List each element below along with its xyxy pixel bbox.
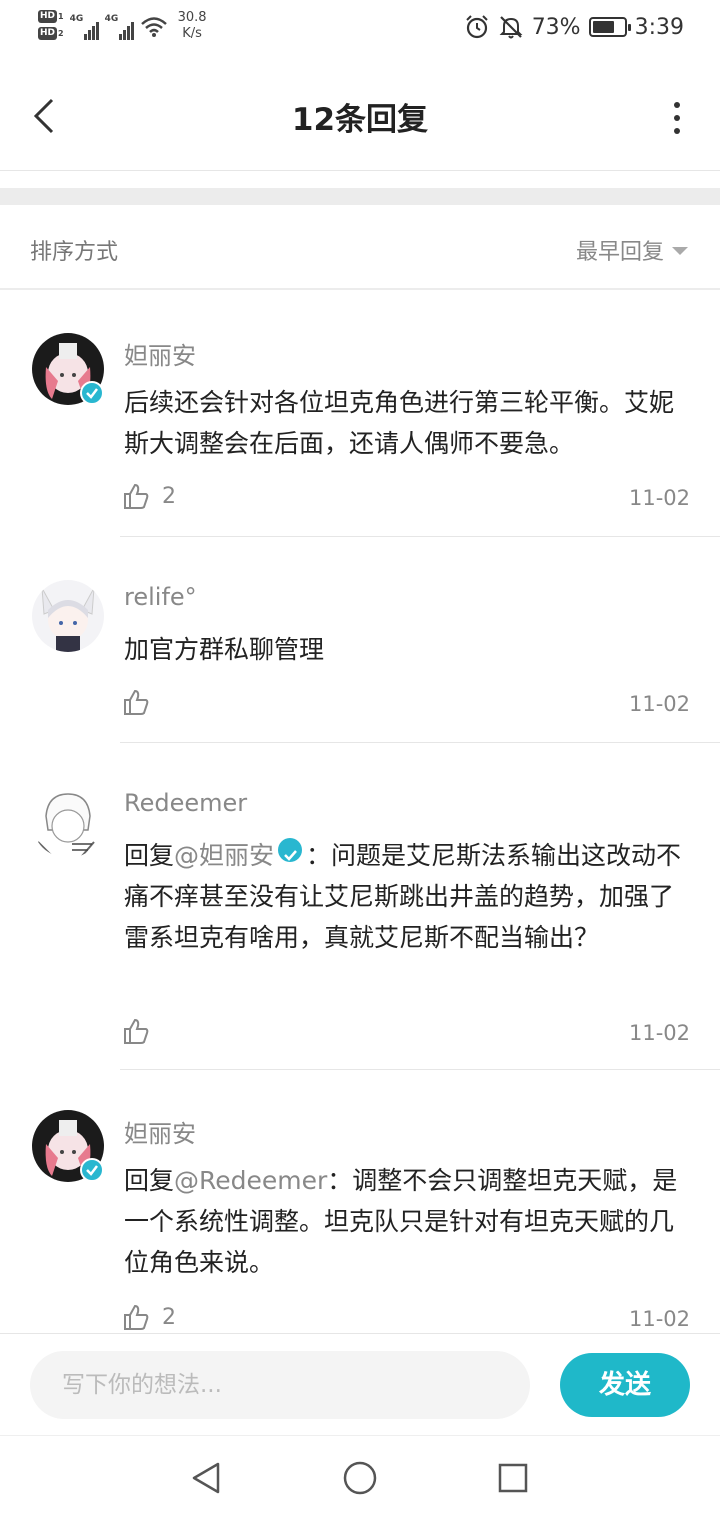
network-type-2: 4G [104,14,119,24]
signal-icon: 4G [70,10,99,40]
avatar[interactable] [32,786,104,858]
sort-label: 排序方式 [30,240,119,265]
comment-username[interactable]: relife° [124,583,197,611]
comment-divider [120,742,720,743]
comment-username[interactable]: Redeemer [124,789,247,817]
comment-text: 加官方群私聊管理 [124,635,325,664]
nav-home-button[interactable] [342,1460,378,1496]
hd-indicator-1: HD 1 [38,10,64,23]
thumbs-up-icon [124,689,149,715]
comment-input[interactable]: 写下你的想法... [30,1351,530,1419]
battery-fill [592,21,615,33]
network-speed: 30.8 K/s [178,10,207,42]
mute-bell-icon [499,16,523,39]
hd-badge-1: HD [38,10,58,23]
thumbs-up-icon [124,1018,149,1044]
like-button[interactable]: 2 [122,482,176,510]
reply-prefix: 回复 [124,1166,175,1195]
circle-home-icon [343,1461,377,1495]
status-bar: HD 1 HD 2 4G 4G 30.8 K/s 73% 3:39 [0,0,720,62]
comment-input-bar: 写下你的想法... 发送 [0,1333,720,1435]
title-bar: 12条回复 [0,62,720,170]
caret-down-icon [672,247,688,255]
comment-text: 后续还会针对各位坦克角色进行第三轮平衡。艾妮斯大调整会在后面，还请人偶师不要急。 [124,388,675,458]
hd-indicators: HD 1 HD 2 [38,10,64,40]
thumbs-up-icon [124,1304,149,1330]
title-divider [0,170,720,171]
status-time: 3:39 [634,14,684,40]
like-button[interactable] [122,688,162,716]
status-right: 73% 3:39 [464,14,684,40]
send-button[interactable]: 发送 [560,1353,690,1417]
battery-icon [588,17,631,37]
comment-divider [120,536,720,537]
hd-num-1: 1 [58,12,64,21]
hd-badge-2: HD [38,27,58,40]
status-left: HD 1 HD 2 4G 4G 30.8 K/s [38,10,207,52]
signal-icon-2: 4G [105,10,134,40]
hd-indicator-2: HD 2 [38,27,64,40]
thumbs-up-icon [124,483,149,509]
triangle-back-icon [192,1462,220,1494]
verified-badge [80,381,104,405]
network-type-1: 4G [69,14,84,24]
avatar-image [32,786,104,858]
alarm-icon [465,15,488,39]
like-button[interactable] [122,1017,162,1045]
comment-username[interactable]: 妲丽安 [124,1114,196,1149]
comment-username[interactable]: 妲丽安 [124,336,196,371]
check-icon [86,388,98,399]
like-button[interactable]: 2 [122,1303,176,1331]
comment-date: 11-02 [628,1021,690,1045]
reply-mention[interactable]: @Redeemer [174,1166,327,1195]
page-title: 12条回复 [291,102,429,138]
comment-divider [120,1069,720,1070]
verified-inline-icon [278,838,303,862]
comment-date: 11-02 [628,486,690,510]
avatar-image [32,580,104,652]
like-count: 2 [162,1304,176,1330]
sort-selected: 最早回复 [575,240,664,265]
comment-text: 回复@妲丽安 ：问题是艾尼斯法系输出这改动不痛不痒甚至没有让艾尼斯跳出井盖的趋势，… [124,835,694,958]
system-nav-bar [0,1435,720,1520]
sort-row: 排序方式 最早回复 [0,206,720,290]
battery-percent: 73% [531,14,581,40]
nav-recents-button[interactable] [495,1460,531,1496]
sort-dropdown[interactable]: 最早回复 [576,234,688,266]
avatar[interactable] [32,580,104,652]
comment-date: 11-02 [628,1307,690,1331]
verified-badge [80,1158,104,1182]
section-divider [0,188,720,205]
square-recents-icon [498,1463,528,1493]
comment-text: 回复@Redeemer：调整不会只调整坦克天赋，是一个系统性调整。坦克队只是针对… [124,1160,694,1283]
comment-date: 11-02 [628,692,690,716]
like-count: 2 [162,483,176,509]
more-vertical-icon[interactable] [670,98,684,138]
speed-unit: K/s [182,26,202,41]
wifi-icon [140,17,167,37]
speed-value: 30.8 [177,10,207,25]
reply-mention[interactable]: @妲丽安 [174,841,274,870]
reply-prefix: 回复 [124,841,175,870]
hd-num-2: 2 [58,29,64,38]
check-icon [86,1165,98,1176]
nav-back-button[interactable] [188,1460,224,1496]
